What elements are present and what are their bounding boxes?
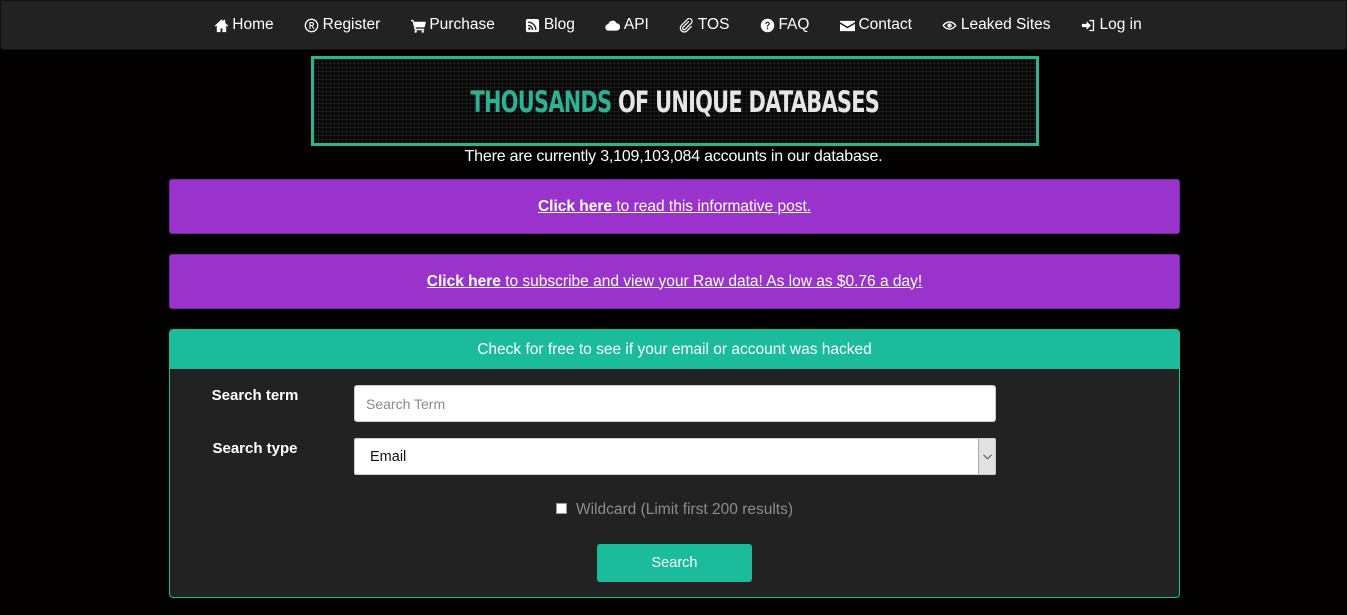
wildcard-label: Wildcard (Limit first 200 results): [575, 501, 794, 518]
eye-icon: [942, 17, 958, 33]
wildcard-option: Wildcard (Limit first 200 results): [170, 501, 1179, 519]
search-type-select[interactable]: Email: [354, 438, 996, 475]
nav-api[interactable]: API: [590, 1, 664, 49]
sign-in-icon: [1081, 17, 1097, 33]
nav-contact[interactable]: Contact: [824, 1, 926, 49]
search-panel-heading: Check for free to see if your email or a…: [170, 330, 1179, 369]
nav-label: Blog: [543, 16, 575, 33]
nav-label: Purchase: [429, 16, 495, 33]
search-term-label: Search term: [211, 387, 299, 404]
top-navbar: Home Register Purchase Blog API TOS FAQ …: [0, 0, 1347, 50]
promo-banner: THOUSANDS OF UNIQUE DATABASES: [311, 56, 1039, 146]
rss-icon: [525, 17, 541, 33]
nav-list: Home Register Purchase Blog API TOS FAQ …: [190, 1, 1156, 49]
nav-purchase[interactable]: Purchase: [395, 1, 509, 49]
wildcard-checkbox[interactable]: [555, 503, 567, 514]
account-count-text: There are currently 3,109,103,084 accoun…: [464, 148, 883, 165]
nav-label: Leaked Sites: [960, 16, 1051, 33]
home-icon: [213, 17, 229, 33]
search-type-label: Search type: [212, 440, 298, 457]
nav-log-in[interactable]: Log in: [1066, 1, 1157, 49]
nav-label: FAQ: [778, 16, 810, 33]
search-type-selected-value: Email: [370, 448, 407, 465]
banner-rest-text: OF UNIQUE DATABASES: [611, 85, 880, 119]
nav-label: TOS: [697, 16, 730, 33]
nav-home[interactable]: Home: [198, 1, 288, 49]
banner-accent-text: THOUSANDS: [470, 85, 613, 119]
banner-headline: THOUSANDS OF UNIQUE DATABASES: [471, 85, 880, 119]
nav-register[interactable]: Register: [289, 1, 396, 49]
search-term-input[interactable]: [354, 385, 996, 422]
link-rest-text: to subscribe and view your Raw data! As …: [500, 272, 923, 290]
chevron-down-icon[interactable]: [978, 439, 995, 474]
nav-label: API: [623, 16, 649, 33]
nav-tos[interactable]: TOS: [664, 1, 745, 49]
search-button[interactable]: Search: [597, 544, 752, 582]
nav-faq[interactable]: FAQ: [744, 1, 824, 49]
info-post-link[interactable]: Click here to read this informative post…: [538, 198, 811, 216]
nav-label: Register: [322, 16, 381, 33]
registered-icon: [304, 17, 320, 33]
link-bold-text: Click here: [537, 197, 613, 215]
nav-blog[interactable]: Blog: [510, 1, 590, 49]
nav-leaked-sites[interactable]: Leaked Sites: [927, 1, 1066, 49]
subscribe-alert: Click here to subscribe and view your Ra…: [169, 254, 1180, 309]
nav-label: Log in: [1099, 16, 1142, 33]
link-rest-text: to read this informative post.: [612, 197, 812, 215]
info-post-alert: Click here to read this informative post…: [169, 179, 1180, 234]
paperclip-icon: [679, 17, 695, 33]
nav-label: Contact: [858, 16, 912, 33]
cloud-icon: [605, 17, 621, 33]
nav-label: Home: [232, 16, 274, 33]
search-panel: Check for free to see if your email or a…: [169, 329, 1180, 598]
cart-icon: [410, 17, 426, 33]
subscribe-link[interactable]: Click here to subscribe and view your Ra…: [427, 273, 922, 291]
question-circle-icon: [759, 17, 775, 33]
link-bold-text: Click here: [426, 272, 501, 290]
envelope-icon: [839, 17, 855, 33]
